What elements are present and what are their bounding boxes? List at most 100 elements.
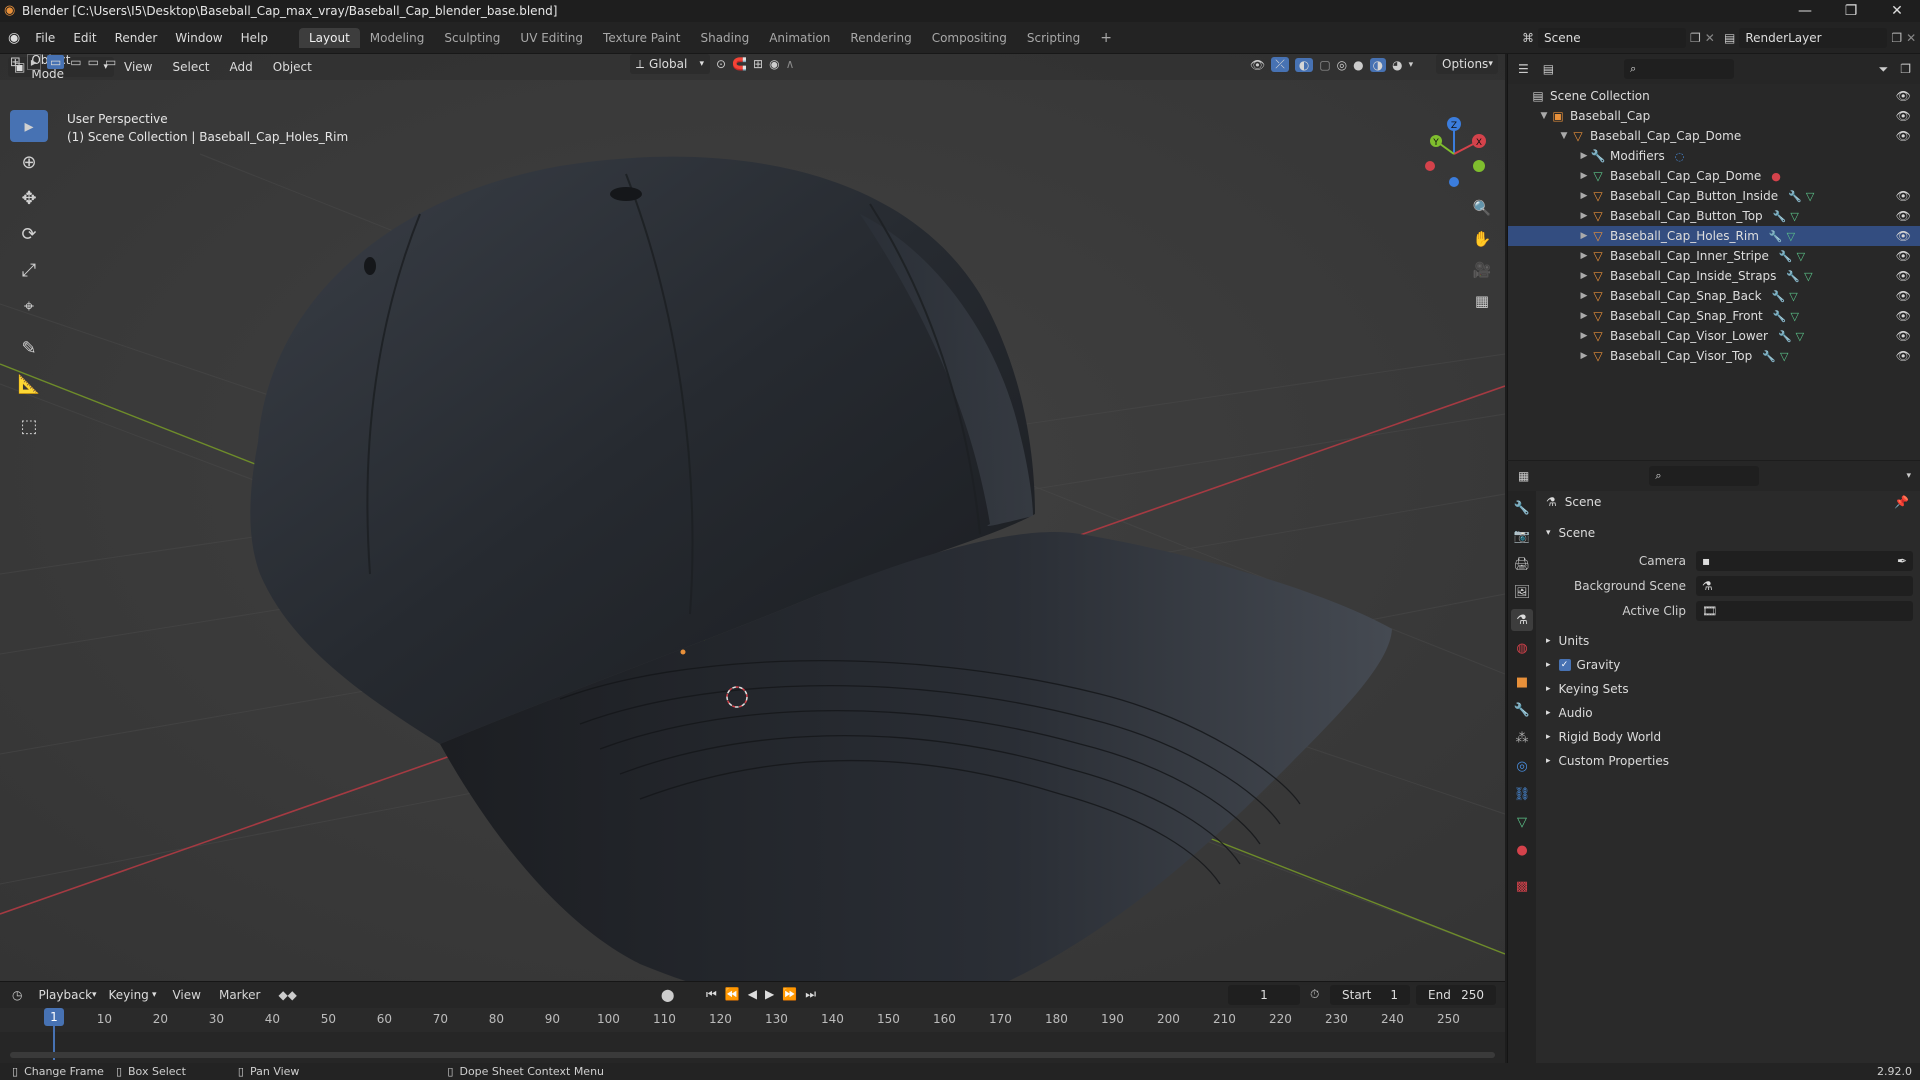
material-icon[interactable]: ● (1771, 170, 1781, 183)
chevron-down-icon[interactable]: ▼ (1558, 131, 1570, 141)
wrench-icon[interactable]: 🔧 (1772, 290, 1786, 303)
options-dropdown[interactable]: Options ▾ (1436, 54, 1498, 74)
output-tab-icon[interactable]: 🖨 (1511, 553, 1533, 575)
pan-view-icon[interactable]: ✋ (1468, 225, 1496, 253)
outliner-row[interactable]: ▶ ▽ Baseball_Cap_Snap_Back 🔧 ▽ 👁 (1508, 286, 1920, 306)
eye-icon[interactable]: 👁 (1896, 189, 1911, 203)
chevron-right-icon[interactable]: ▶ (1578, 231, 1590, 241)
new-collection-icon[interactable]: ❐ (1900, 62, 1911, 76)
jump-keyframe-back-icon[interactable]: ⏪ (725, 987, 740, 1002)
outliner-row[interactable]: ▶ ▽ Baseball_Cap_Button_Inside 🔧 ▽ 👁 (1508, 186, 1920, 206)
jump-end-icon[interactable]: ⏭ (805, 987, 816, 1002)
menu-render[interactable]: Render (106, 31, 167, 45)
eye-icon[interactable]: 👁 (1896, 229, 1911, 243)
mesh-data-icon[interactable]: ▽ (1780, 350, 1788, 363)
scene-panel-header[interactable]: ▾ Scene (1536, 521, 1920, 545)
eye-icon[interactable]: 👁 (1896, 309, 1911, 323)
mesh-data-icon[interactable]: ▽ (1804, 270, 1812, 283)
workspace-tab-rendering[interactable]: Rendering (840, 28, 921, 48)
gravity-checkbox[interactable]: ✓ (1558, 659, 1571, 671)
menu-file[interactable]: File (26, 31, 64, 45)
add-cube-tool[interactable]: ⬚ (10, 410, 48, 442)
preview-range-icon[interactable]: ⏱ (1310, 987, 1319, 1002)
select-subtract-icon[interactable]: ▭ (88, 55, 99, 69)
pivot-point-icon[interactable]: ⊙ (716, 57, 726, 71)
filter-icon[interactable]: ⏷ (1879, 62, 1889, 77)
viewport-menu-add[interactable]: Add (220, 60, 263, 74)
outliner-row[interactable]: ▶ ▽ Baseball_Cap_Button_Top 🔧 ▽ 👁 (1508, 206, 1920, 226)
custom-properties-panel-header[interactable]: ▸ Custom Properties (1536, 749, 1920, 773)
xray-toggle-icon[interactable]: ▢ (1319, 58, 1330, 72)
tool-tab-icon[interactable]: 🔧 (1511, 497, 1533, 519)
snap-target-icon[interactable]: ⊞ (753, 57, 763, 71)
eye-icon[interactable]: 👁 (1896, 349, 1911, 363)
world-tab-icon[interactable]: ◍ (1511, 637, 1533, 659)
close-window-button[interactable]: ✕ (1874, 0, 1920, 22)
modifier-tab-icon[interactable]: 🔧 (1511, 699, 1533, 721)
scene-name-field[interactable]: Scene (1538, 28, 1686, 48)
workspace-tab-texture-paint[interactable]: Texture Paint (593, 28, 690, 48)
workspace-tab-layout[interactable]: Layout (298, 27, 360, 48)
timeline-playhead[interactable]: 1 (44, 1008, 64, 1026)
mesh-data-icon[interactable]: ▽ (1789, 290, 1797, 303)
material-shading-icon[interactable]: ◑ (1369, 57, 1387, 72)
outliner-row[interactable]: ▶ ▽ Baseball_Cap_Visor_Top 🔧 ▽ 👁 (1508, 346, 1920, 366)
eye-icon[interactable]: 👁 (1896, 329, 1911, 343)
keying-sets-panel-header[interactable]: ▸ Keying Sets (1536, 677, 1920, 701)
chevron-right-icon[interactable]: ▶ (1578, 351, 1590, 361)
outliner-row[interactable]: ▶ ▽ Baseball_Cap_Holes_Rim 🔧 ▽ 👁 (1508, 226, 1920, 246)
menu-window[interactable]: Window (166, 31, 231, 45)
chevron-right-icon[interactable]: ▶ (1578, 291, 1590, 301)
outliner-row[interactable]: ▶ ▽ Baseball_Cap_Inner_Stripe 🔧 ▽ 👁 (1508, 246, 1920, 266)
units-panel-header[interactable]: ▸ Units (1536, 629, 1920, 653)
cap-hole[interactable] (364, 257, 376, 275)
zoom-view-icon[interactable]: 🔍 (1468, 194, 1496, 222)
scale-tool[interactable]: ⤢ (10, 254, 48, 286)
pin-icon[interactable]: 📌 (1894, 495, 1909, 509)
gravity-panel-header[interactable]: ▸ ✓ Gravity (1536, 653, 1920, 677)
chevron-right-icon[interactable]: ▶ (1578, 251, 1590, 261)
measure-tool[interactable]: 📐 (10, 368, 48, 400)
viewport-scene[interactable] (0, 54, 1505, 981)
viewport-menu-select[interactable]: Select (162, 60, 219, 74)
outliner-search-input[interactable]: ⌕ (1624, 59, 1735, 79)
outliner-root-row[interactable]: ▤ Scene Collection 👁 (1508, 86, 1920, 106)
eyedropper-icon[interactable]: ✒ (1897, 554, 1907, 568)
workspace-tab-modeling[interactable]: Modeling (360, 28, 435, 48)
minimize-button[interactable]: — (1782, 0, 1828, 22)
eye-icon[interactable]: 👁 (1896, 289, 1911, 303)
modifier-icon[interactable]: ◌ (1675, 150, 1685, 163)
outliner-editor-icon[interactable]: ☰ (1518, 62, 1529, 76)
mesh-data-icon[interactable]: ▽ (1797, 250, 1805, 263)
workspace-tab-animation[interactable]: Animation (759, 28, 840, 48)
menu-help[interactable]: Help (232, 31, 277, 45)
current-frame-field[interactable]: 1 (1228, 985, 1300, 1005)
annotate-tool[interactable]: ✎ (10, 332, 48, 364)
select-intersect-icon[interactable]: ▭ (105, 55, 116, 69)
gizmo-toggle-icon[interactable]: ⤫ (1271, 57, 1289, 72)
new-render-layer-icon[interactable]: ❐ (1891, 31, 1902, 45)
keyframe-icons[interactable]: ◆◆ (278, 988, 296, 1002)
workspace-tab-sculpting[interactable]: Sculpting (434, 28, 510, 48)
maximize-button[interactable]: ❐ (1828, 0, 1874, 22)
chevron-right-icon[interactable]: ▶ (1578, 331, 1590, 341)
visibility-icon[interactable]: 👁 (1250, 58, 1265, 72)
workspace-tab-uv-editing[interactable]: UV Editing (510, 28, 593, 48)
jump-start-icon[interactable]: ⏮ (706, 987, 717, 1002)
properties-editor[interactable]: ▦ ⌕ ▾ 🔧 📷 🖨 🖼 ⚗ ◍ ■ 🔧 ⁂ ◎ ⛓ ▽ ● ▩ ⚗ Scen… (1507, 461, 1920, 1063)
play-icon[interactable]: ▶ (765, 987, 774, 1002)
delete-scene-icon[interactable]: ✕ (1705, 31, 1715, 45)
falloff-icon[interactable]: ∧ (786, 57, 795, 71)
render-tab-icon[interactable]: 📷 (1511, 525, 1533, 547)
play-reverse-icon[interactable]: ◀ (748, 987, 757, 1002)
keying-menu[interactable]: Keying ▾ (102, 985, 162, 1005)
move-tool[interactable]: ✥ (10, 182, 48, 214)
navigation-gizmo[interactable]: Z X Y (1414, 114, 1494, 194)
blender-menu-icon[interactable]: ◉ (8, 30, 20, 46)
outliner-row[interactable]: ▶ ▽ Baseball_Cap_Cap_Dome ● (1508, 166, 1920, 186)
view-layer-tab-icon[interactable]: 🖼 (1511, 581, 1533, 603)
timeline-editor[interactable]: ◷ Playback ▾ Keying ▾ View Marker ◆◆ ⬤ ⏮ ⏪… (0, 981, 1505, 1063)
timeline-menu-view[interactable]: View (172, 988, 200, 1002)
menu-edit[interactable]: Edit (64, 31, 105, 45)
eye-icon[interactable]: 👁 (1896, 269, 1911, 283)
